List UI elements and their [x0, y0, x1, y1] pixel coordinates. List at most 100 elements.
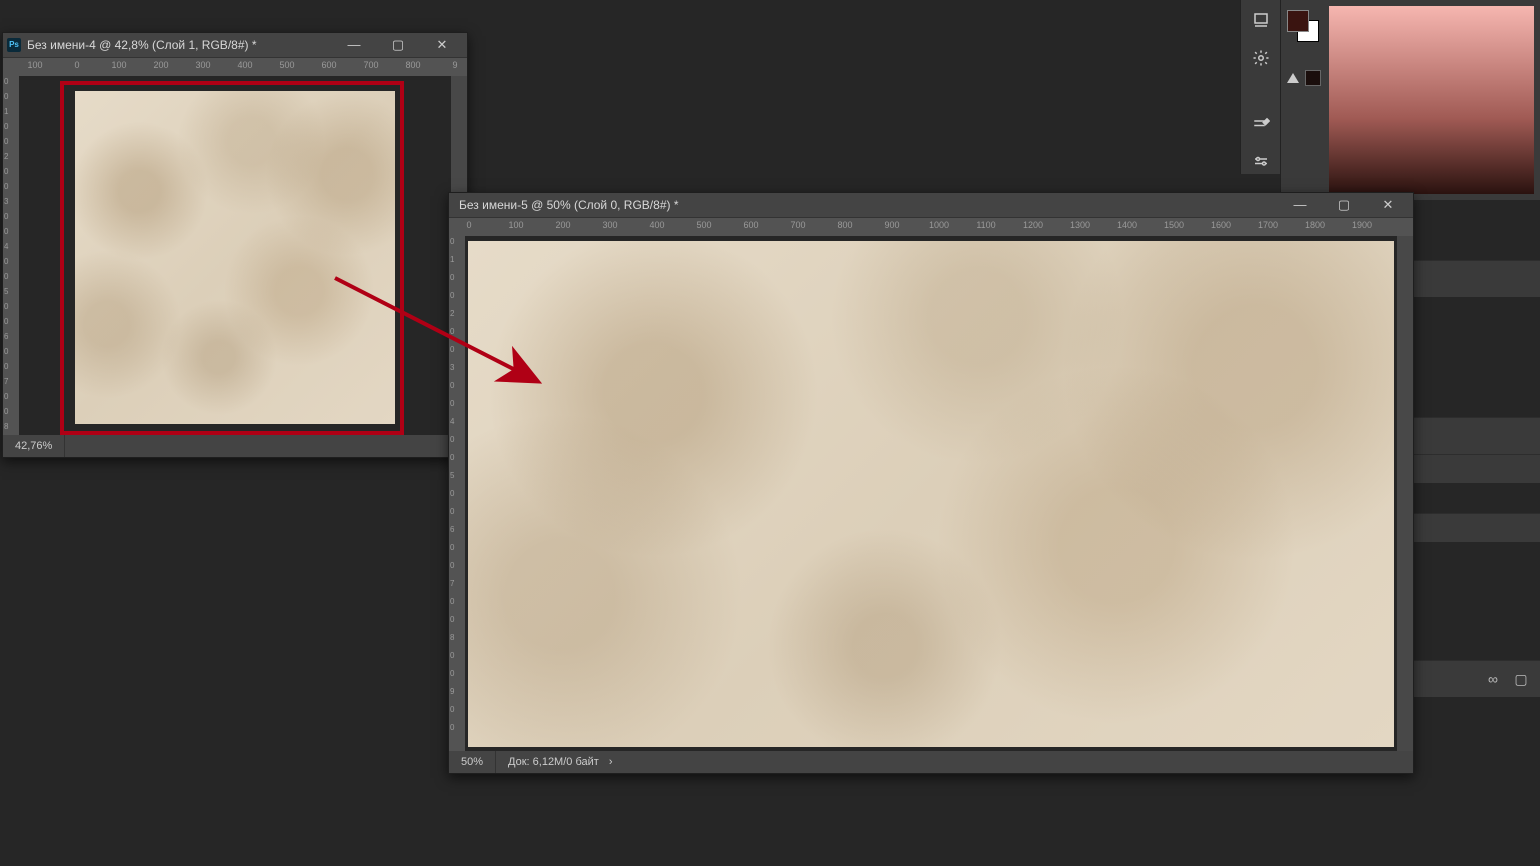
- ruler-tick: 900: [884, 220, 899, 230]
- color-spectrum[interactable]: [1329, 6, 1534, 194]
- ruler-tick: 0: [4, 213, 7, 221]
- ruler-tick: 6: [4, 333, 7, 341]
- ruler-tick: 0: [450, 292, 453, 300]
- ruler-tick: 0: [4, 393, 7, 401]
- ruler-tick: 800: [837, 220, 852, 230]
- ruler-tick: 0: [4, 123, 7, 131]
- ruler-horizontal-doc2[interactable]: 0 100 200 300 400 500 600 700 800 900 1000 1100 1200…: [465, 218, 1397, 237]
- ruler-tick: 0: [4, 168, 7, 176]
- foreground-color-swatch[interactable]: [1287, 10, 1309, 32]
- ruler-tick: 700: [790, 220, 805, 230]
- ruler-vertical-doc2[interactable]: 0100200300400500600700800900: [449, 236, 466, 751]
- color-panel: [1280, 0, 1540, 200]
- ruler-tick: 700: [363, 60, 378, 70]
- ruler-tick: 0: [450, 598, 453, 606]
- ruler-corner[interactable]: [449, 218, 466, 237]
- document-window-2[interactable]: Без имени-5 @ 50% (Слой 0, RGB/8#) * — ▢…: [448, 192, 1414, 774]
- ruler-tick: 0: [450, 436, 453, 444]
- ruler-tick: 0: [450, 508, 453, 516]
- ruler-tick: 0: [450, 724, 453, 732]
- ruler-tick: 1200: [1023, 220, 1043, 230]
- close-button[interactable]: ✕: [1369, 196, 1407, 214]
- link-icon[interactable]: ∞: [1484, 670, 1502, 688]
- doc-info[interactable]: Док: 6,12M/0 байт ›: [496, 756, 624, 768]
- ruler-tick: 600: [743, 220, 758, 230]
- ruler-tick: 5: [4, 288, 7, 296]
- ruler-tick: 0: [4, 273, 7, 281]
- ruler-vertical-doc1[interactable]: 001002003004005006007008: [3, 76, 20, 435]
- ruler-tick: 0: [450, 454, 453, 462]
- ruler-tick: 1: [4, 108, 7, 116]
- ruler-tick: 9: [450, 688, 453, 696]
- ruler-tick: 300: [602, 220, 617, 230]
- color-swatches[interactable]: [1287, 10, 1317, 40]
- ruler-corner[interactable]: [3, 58, 20, 77]
- ruler-tick: 0: [4, 258, 7, 266]
- ruler-tick: 400: [237, 60, 252, 70]
- ruler-tick: 1700: [1258, 220, 1278, 230]
- minimize-button[interactable]: —: [1281, 196, 1319, 214]
- vertical-scrollbar-doc2[interactable]: [1396, 236, 1413, 751]
- image-content-doc1[interactable]: [75, 91, 395, 424]
- ruler-tick: 1600: [1211, 220, 1231, 230]
- ruler-tick: 0: [4, 348, 7, 356]
- zoom-level-doc1[interactable]: 42,76%: [3, 435, 65, 457]
- ruler-tick: 0: [450, 238, 453, 246]
- title-text-doc2: Без имени-5 @ 50% (Слой 0, RGB/8#) *: [453, 193, 1275, 217]
- ruler-tick: 0: [4, 183, 7, 191]
- ruler-tick: 1: [450, 256, 453, 264]
- ruler-tick: 200: [555, 220, 570, 230]
- ruler-tick: 500: [696, 220, 711, 230]
- ruler-tick: 1500: [1164, 220, 1184, 230]
- ruler-tick: 8: [450, 634, 453, 642]
- ruler-tick: 2: [450, 310, 453, 318]
- ruler-tick: 0: [4, 78, 7, 86]
- panel-icon-strip: [1240, 0, 1281, 174]
- zoom-level-doc2[interactable]: 50%: [449, 751, 496, 773]
- minimize-button[interactable]: —: [335, 36, 373, 54]
- maximize-button[interactable]: ▢: [379, 36, 417, 54]
- gamut-color-chip[interactable]: [1305, 70, 1321, 86]
- ruler-tick: 7: [4, 378, 7, 386]
- canvas-doc2[interactable]: [465, 236, 1397, 751]
- warning-icon: [1287, 73, 1299, 83]
- ruler-tick: 500: [279, 60, 294, 70]
- ruler-tick: 800: [405, 60, 420, 70]
- chevron-right-icon[interactable]: ›: [609, 756, 613, 768]
- ruler-tick: 4: [4, 243, 7, 251]
- ruler-tick: 0: [450, 670, 453, 678]
- titlebar-doc1[interactable]: Ps Без имени-4 @ 42,8% (Слой 1, RGB/8#) …: [3, 33, 467, 58]
- maximize-button[interactable]: ▢: [1325, 196, 1363, 214]
- ruler-tick: 0: [4, 408, 7, 416]
- ruler-tick: 300: [195, 60, 210, 70]
- ruler-horizontal-doc1[interactable]: 10001002003004005006007008009: [19, 58, 451, 77]
- history-icon[interactable]: [1249, 8, 1273, 32]
- gamut-warning[interactable]: [1287, 70, 1321, 86]
- ruler-tick: 400: [649, 220, 664, 230]
- ruler-tick: 1300: [1070, 220, 1090, 230]
- ruler-tick: 5: [450, 472, 453, 480]
- ruler-tick: 0: [466, 220, 471, 230]
- brush-panel-icon[interactable]: [1249, 112, 1273, 136]
- ruler-tick: 1100: [976, 220, 995, 230]
- statusbar-doc1: 42,76%: [3, 435, 467, 457]
- canvas-doc1[interactable]: [19, 76, 451, 435]
- ruler-tick: 1000: [929, 220, 949, 230]
- document-window-1[interactable]: Ps Без имени-4 @ 42,8% (Слой 1, RGB/8#) …: [2, 32, 468, 458]
- titlebar-doc2[interactable]: Без имени-5 @ 50% (Слой 0, RGB/8#) * — ▢…: [449, 193, 1413, 218]
- ruler-tick: 0: [450, 382, 453, 390]
- ruler-tick: 100: [508, 220, 523, 230]
- close-button[interactable]: ✕: [423, 36, 461, 54]
- ruler-tick: 0: [4, 303, 7, 311]
- image-content-doc2[interactable]: [468, 241, 1394, 747]
- ruler-tick: 3: [450, 364, 453, 372]
- ruler-tick: 0: [450, 328, 453, 336]
- gear-icon[interactable]: [1249, 46, 1273, 70]
- ruler-tick: 0: [450, 544, 453, 552]
- crop-icon[interactable]: ▢: [1512, 670, 1530, 688]
- ruler-tick: 3: [4, 198, 7, 206]
- ruler-tick: 0: [74, 60, 79, 70]
- title-text-doc1: Без имени-4 @ 42,8% (Слой 1, RGB/8#) *: [27, 33, 329, 57]
- adjustments-icon[interactable]: [1249, 150, 1273, 174]
- ruler-tick: 0: [4, 228, 7, 236]
